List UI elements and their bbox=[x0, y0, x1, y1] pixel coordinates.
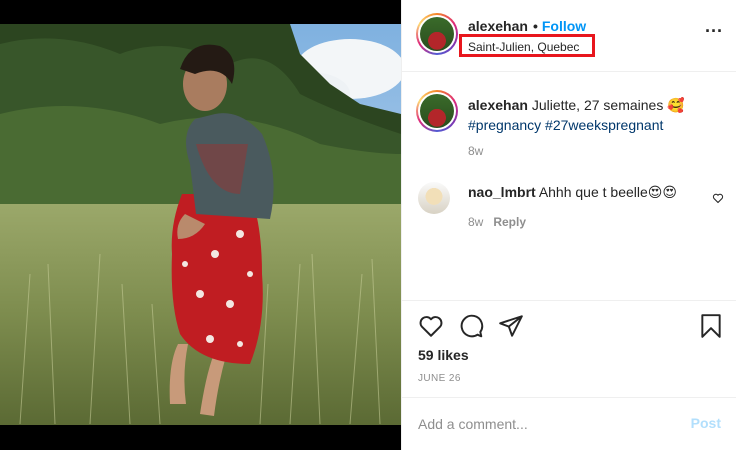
caption-text-block: alexehan Juliette, 27 semaines 🥰 #pregna… bbox=[468, 95, 728, 135]
author-username[interactable]: alexehan bbox=[468, 18, 528, 34]
follow-button[interactable]: Follow bbox=[542, 18, 586, 34]
separator-dot: • bbox=[532, 18, 538, 34]
comment-text: Ahhh que t beelle😍😍 bbox=[538, 184, 677, 200]
caption-avatar[interactable] bbox=[416, 90, 458, 132]
comment-timestamp[interactable]: 8w bbox=[468, 215, 483, 229]
post-actions: 59 likes JUNE 26 bbox=[402, 300, 736, 397]
bookmark-icon[interactable] bbox=[698, 313, 724, 339]
like-count[interactable]: 59 likes bbox=[418, 347, 469, 363]
post-date[interactable]: JUNE 26 bbox=[418, 373, 461, 384]
location-link[interactable]: Saint-Julien, Quebec bbox=[459, 34, 595, 57]
heart-icon[interactable] bbox=[418, 313, 444, 339]
comment-icon[interactable] bbox=[458, 313, 484, 339]
comment-meta: 8w Reply bbox=[468, 215, 526, 229]
post-header: alexehan • Follow Saint-Julien, Quebec ··· bbox=[402, 0, 736, 72]
reply-button[interactable]: Reply bbox=[493, 215, 526, 229]
caption-timestamp[interactable]: 8w bbox=[468, 144, 483, 158]
caption-username[interactable]: alexehan bbox=[468, 97, 528, 113]
heart-outline-icon[interactable] bbox=[712, 192, 724, 204]
caption-text: Juliette, 27 semaines 🥰 bbox=[531, 97, 685, 113]
commenter-avatar[interactable] bbox=[418, 182, 450, 214]
share-icon[interactable] bbox=[498, 313, 524, 339]
post-media[interactable] bbox=[0, 0, 401, 450]
caption-hashtags[interactable]: #pregnancy #27weekspregnant bbox=[468, 117, 663, 133]
add-comment-bar: Post bbox=[402, 397, 736, 450]
post-comment-button[interactable]: Post bbox=[691, 415, 721, 431]
commenter-username[interactable]: nao_lmbrt bbox=[468, 184, 536, 200]
comment-body: nao_lmbrt Ahhh que t beelle😍😍 bbox=[468, 184, 677, 201]
author-avatar[interactable] bbox=[416, 13, 458, 55]
comment-item: nao_lmbrt Ahhh que t beelle😍😍 8w Reply bbox=[402, 178, 736, 238]
more-horizontal-icon[interactable]: ··· bbox=[705, 22, 723, 40]
header-user-line: alexehan • Follow bbox=[468, 18, 586, 34]
post-photo[interactable] bbox=[0, 24, 401, 425]
comment-input[interactable] bbox=[418, 414, 678, 434]
post-panel: alexehan • Follow Saint-Julien, Quebec ···… bbox=[401, 0, 736, 450]
